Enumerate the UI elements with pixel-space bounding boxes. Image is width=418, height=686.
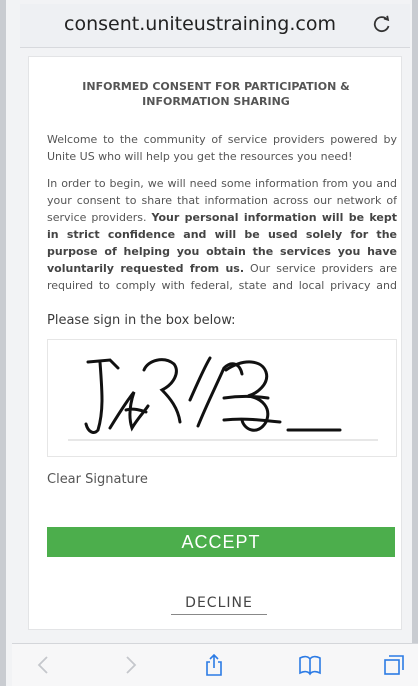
- signature-stroke: [108, 391, 150, 432]
- bookmarks-icon[interactable]: [298, 653, 322, 677]
- consent-paragraph: In order to begin, we will need some inf…: [47, 177, 397, 297]
- signature-stroke: [222, 395, 282, 424]
- tabs-icon[interactable]: [382, 653, 406, 677]
- signature-pad[interactable]: [47, 339, 397, 457]
- clear-signature-link[interactable]: Clear Signature: [47, 472, 148, 487]
- decline-button[interactable]: DECLINE: [171, 595, 267, 615]
- signature-stroke: [188, 356, 244, 428]
- forward-icon[interactable]: [118, 653, 142, 677]
- browser-window: consent.uniteustraining.com INFORMED CON…: [0, 0, 418, 686]
- consent-title: INFORMED CONSENT FOR PARTICIPATION & INF…: [82, 80, 350, 108]
- accept-button[interactable]: ACCEPT: [47, 527, 395, 557]
- welcome-paragraph: Welcome to the community of service prov…: [47, 133, 397, 163]
- signature-label: Please sign in the box below:: [47, 313, 236, 328]
- signature-drawing: [68, 356, 378, 441]
- share-icon[interactable]: [202, 653, 226, 677]
- signature-stroke: [142, 358, 182, 424]
- browser-toolbar: [12, 643, 418, 686]
- back-icon[interactable]: [32, 653, 56, 677]
- address-bar[interactable]: consent.uniteustraining.com: [20, 4, 410, 48]
- consent-form: INFORMED CONSENT FOR PARTICIPATION & INF…: [28, 56, 402, 630]
- reload-icon[interactable]: [372, 14, 392, 34]
- url-text[interactable]: consent.uniteustraining.com: [20, 13, 380, 35]
